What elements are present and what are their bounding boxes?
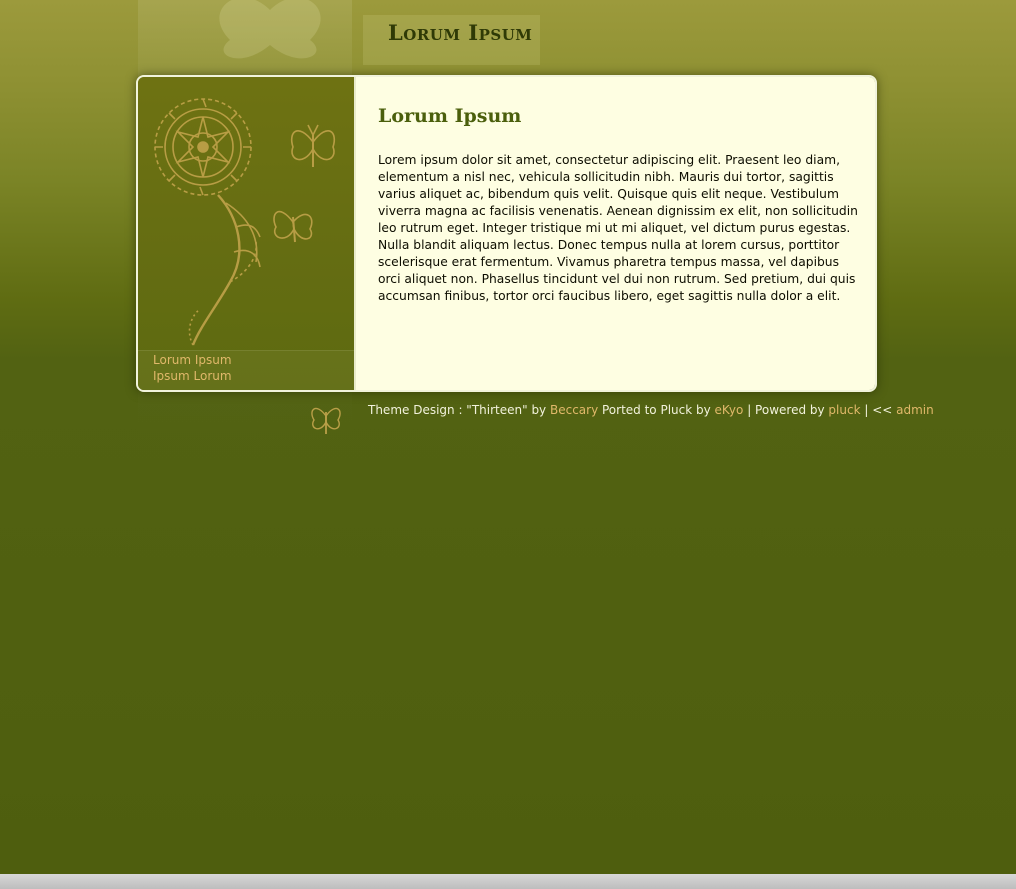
footer-designer-link[interactable]: Beccary <box>550 403 598 417</box>
flower-motif-icon <box>154 98 335 346</box>
footer-separator: | << <box>860 403 897 417</box>
sidebar-nav-item[interactable]: Ipsum Lorum <box>153 369 232 383</box>
footer-pluck-link[interactable]: pluck <box>828 403 860 417</box>
content-body: Lorem ipsum dolor sit amet, consectetur … <box>378 153 858 303</box>
window-bottom-bar <box>0 874 1016 889</box>
footer-porter-link[interactable]: eKyo <box>715 403 744 417</box>
butterfly-watermark-icon <box>219 0 321 59</box>
sidebar-nav-item[interactable]: Lorum Ipsum <box>153 353 232 367</box>
footer: Theme Design : "Thirteen" by Beccary Por… <box>368 403 934 417</box>
footer-ported-text: Ported to Pluck by <box>598 403 715 417</box>
footer-admin-link[interactable]: admin <box>896 403 934 417</box>
content-title: Lorum Ipsum <box>378 105 522 127</box>
footer-separator: | Powered by <box>743 403 829 417</box>
sidebar: Lorum Ipsum Ipsum Lorum <box>138 77 354 390</box>
sidebar-nav: Lorum Ipsum Ipsum Lorum <box>138 350 354 390</box>
butterfly-icon <box>311 407 341 434</box>
content-panel: Lorum Ipsum Lorem ipsum dolor sit amet, … <box>354 77 875 390</box>
site-title[interactable]: Lorum Ipsum <box>388 20 532 45</box>
main-frame: Lorum Ipsum Ipsum Lorum Lorum Ipsum Lore… <box>136 75 877 392</box>
footer-prefix: Theme Design : "Thirteen" by <box>368 403 550 417</box>
